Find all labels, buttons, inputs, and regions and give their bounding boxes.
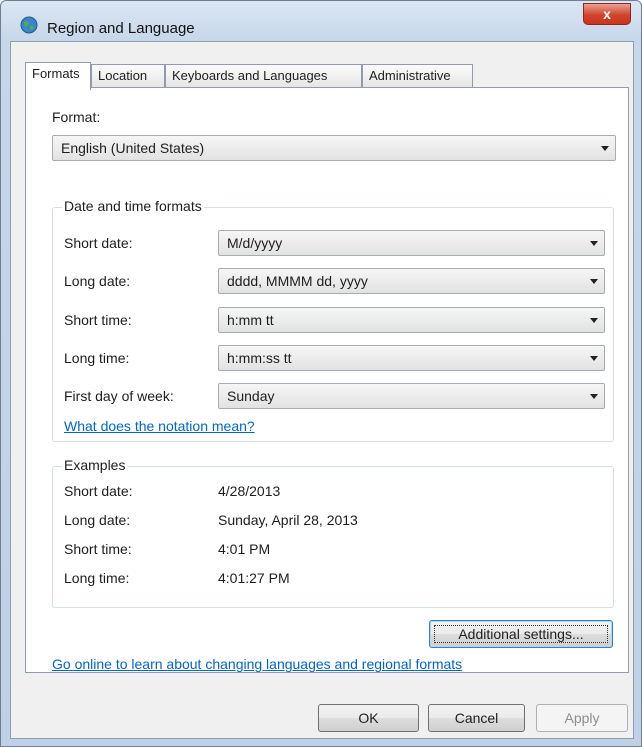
short-date-dropdown[interactable]: M/d/yyyy (218, 230, 605, 256)
format-dropdown[interactable]: English (United States) (52, 135, 616, 161)
tab-location[interactable]: Location (91, 64, 165, 88)
globe-icon (20, 16, 38, 34)
example-long-time-label: Long time: (64, 570, 130, 586)
long-time-label: Long time: (64, 350, 130, 366)
notation-help-link[interactable]: What does the notation mean? (64, 418, 255, 434)
example-short-time-value: 4:01 PM (218, 541, 271, 557)
online-help-link[interactable]: Go online to learn about changing langua… (52, 656, 462, 672)
example-short-time-label: Short time: (64, 541, 132, 557)
close-button[interactable]: x (583, 3, 631, 25)
first-day-of-week-dropdown[interactable]: Sunday (218, 383, 605, 409)
example-long-date-label: Long date: (64, 512, 131, 528)
first-day-of-week-label: First day of week: (64, 388, 174, 404)
examples-title: Examples (62, 457, 128, 473)
title-bar[interactable]: Region and Language x (1, 1, 641, 41)
short-date-value: M/d/yyyy (227, 235, 283, 251)
format-label: Format: (52, 109, 101, 125)
chevron-down-icon (590, 241, 598, 246)
long-time-dropdown[interactable]: h:mm:ss tt (218, 345, 605, 371)
cancel-button[interactable]: Cancel (428, 704, 525, 732)
close-icon: x (603, 6, 611, 22)
window-title: Region and Language (47, 20, 195, 37)
additional-settings-button[interactable]: Additional settings... (429, 620, 613, 648)
short-time-value: h:mm tt (227, 312, 274, 328)
apply-button[interactable]: Apply (536, 704, 628, 732)
example-long-date-value: Sunday, April 28, 2013 (218, 512, 358, 528)
example-short-date-value: 4/28/2013 (218, 483, 281, 499)
format-value: English (United States) (61, 140, 205, 156)
date-time-formats-title: Date and time formats (62, 198, 204, 214)
long-date-dropdown[interactable]: dddd, MMMM dd, yyyy (218, 268, 605, 294)
short-time-dropdown[interactable]: h:mm tt (218, 307, 605, 333)
long-date-value: dddd, MMMM dd, yyyy (227, 273, 368, 289)
long-time-value: h:mm:ss tt (227, 350, 292, 366)
example-short-date-label: Short date: (64, 483, 133, 499)
focus-ring (434, 625, 608, 643)
ok-button[interactable]: OK (318, 704, 419, 732)
short-time-label: Short time: (64, 312, 132, 328)
tab-administrative[interactable]: Administrative (362, 64, 473, 88)
chevron-down-icon (590, 356, 598, 361)
long-date-label: Long date: (64, 273, 131, 289)
example-long-time-value: 4:01:27 PM (218, 570, 290, 586)
short-date-label: Short date: (64, 235, 133, 251)
examples-group (52, 466, 614, 608)
tab-keyboards-and-languages[interactable]: Keyboards and Languages (165, 64, 362, 88)
chevron-down-icon (590, 279, 598, 284)
tab-formats[interactable]: Formats (25, 62, 91, 90)
chevron-down-icon (590, 394, 598, 399)
chevron-down-icon (590, 318, 598, 323)
first-day-of-week-value: Sunday (227, 388, 275, 404)
chevron-down-icon (601, 146, 609, 151)
formats-tab-panel: Format: English (United States) Date and… (25, 87, 629, 673)
